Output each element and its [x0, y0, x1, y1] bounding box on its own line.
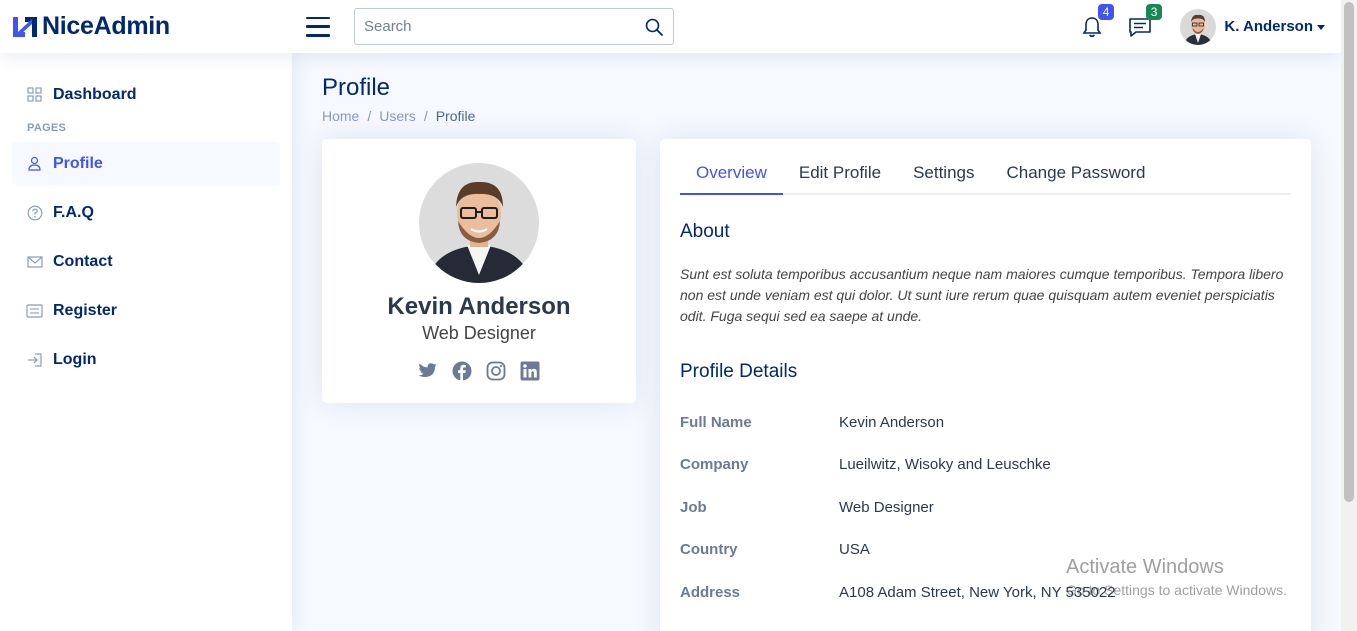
user-name: K. Anderson — [1224, 18, 1313, 35]
grid-icon — [26, 86, 43, 103]
detail-value: USA — [839, 541, 870, 559]
chevron-down-icon — [1317, 24, 1325, 30]
search-icon[interactable] — [644, 17, 664, 37]
detail-label: Country — [680, 541, 738, 559]
page-title: Profile — [322, 74, 391, 101]
about-title: About — [680, 221, 730, 242]
top-header: NiceAdmin 4 3 — [0, 0, 1341, 53]
detail-row: Address A108 Adam Street, New York, NY 5… — [680, 571, 1291, 614]
tab-overview[interactable]: Overview — [680, 155, 783, 195]
breadcrumb: Home / Users / Profile — [322, 108, 1311, 124]
avatar — [1180, 8, 1217, 45]
profile-avatar — [419, 163, 539, 283]
sidebar-item-contact[interactable]: Contact — [12, 240, 280, 283]
detail-label: Job — [680, 498, 707, 516]
detail-label: Address — [680, 583, 741, 601]
breadcrumb-current: Profile — [435, 108, 476, 124]
person-icon — [26, 155, 43, 172]
sidebar-item-label: F.A.Q — [53, 203, 94, 221]
sidebar-toggle-icon[interactable] — [306, 16, 330, 37]
detail-row: Full Name Kevin Anderson — [680, 401, 1291, 444]
profile-details-card: Overview Edit Profile Settings Change Pa… — [660, 139, 1311, 631]
scrollbar-thumb[interactable] — [1344, 2, 1354, 502]
login-icon — [26, 351, 43, 368]
search-input[interactable] — [364, 18, 644, 35]
details-title: Profile Details — [680, 361, 798, 382]
sidebar: Dashboard PAGES Profile F.A.Q Contact Re… — [0, 53, 292, 631]
page-title-block: Profile Home / Users / Profile — [322, 74, 1311, 124]
search-bar — [354, 8, 674, 45]
logo[interactable]: NiceAdmin — [12, 12, 292, 41]
detail-value: A108 Adam Street, New York, NY 535022 — [839, 583, 1116, 601]
sidebar-item-label: Profile — [53, 154, 103, 172]
detail-label: Company — [680, 456, 749, 474]
envelope-icon — [26, 253, 43, 270]
instagram-icon[interactable] — [485, 360, 507, 382]
detail-value: Lueilwitz, Wisoky and Leuschke — [839, 456, 1051, 474]
logo-icon — [13, 16, 37, 37]
notifications-button[interactable]: 4 — [1078, 3, 1115, 41]
user-menu[interactable]: K. Anderson — [1180, 8, 1325, 45]
sidebar-item-login[interactable]: Login — [12, 338, 280, 381]
breadcrumb-separator: / — [367, 108, 372, 124]
detail-row: Company Lueilwitz, Wisoky and Leuschke — [680, 444, 1291, 487]
details-list: Full Name Kevin Anderson Company Lueilwi… — [680, 401, 1291, 614]
detail-value: Web Designer — [839, 498, 934, 516]
profile-name: Kevin Anderson — [387, 293, 571, 320]
profile-job: Web Designer — [422, 323, 536, 343]
tab-settings[interactable]: Settings — [897, 155, 990, 195]
notifications-badge: 4 — [1097, 3, 1115, 20]
detail-value: Kevin Anderson — [839, 413, 945, 431]
page-scrollbar[interactable] — [1341, 0, 1357, 631]
sidebar-item-label: Login — [53, 350, 97, 368]
sidebar-item-dashboard[interactable]: Dashboard — [12, 73, 280, 116]
logo-text: NiceAdmin — [42, 12, 170, 40]
question-icon — [26, 204, 43, 221]
linkedin-icon[interactable] — [519, 360, 541, 382]
profile-tabs: Overview Edit Profile Settings Change Pa… — [680, 155, 1291, 195]
breadcrumb-home[interactable]: Home — [322, 108, 359, 124]
card-list-icon — [26, 302, 43, 319]
detail-label: Full Name — [680, 413, 752, 431]
tab-change-password[interactable]: Change Password — [991, 155, 1162, 195]
sidebar-item-label: Contact — [53, 252, 113, 270]
twitter-icon[interactable] — [417, 360, 439, 382]
breadcrumb-users[interactable]: Users — [379, 108, 416, 124]
sidebar-item-label: Dashboard — [53, 85, 137, 103]
detail-row: Job Web Designer — [680, 486, 1291, 529]
main-content: Profile Home / Users / Profile Kevin And… — [292, 53, 1341, 631]
header-nav: 4 3 K. Anderson — [1078, 3, 1325, 45]
sidebar-item-faq[interactable]: F.A.Q — [12, 191, 280, 234]
messages-badge: 3 — [1145, 3, 1163, 20]
sidebar-item-profile[interactable]: Profile — [12, 142, 280, 185]
facebook-icon[interactable] — [451, 360, 473, 382]
sidebar-heading: PAGES — [27, 122, 67, 134]
breadcrumb-separator: / — [423, 108, 428, 124]
messages-button[interactable]: 3 — [1126, 3, 1163, 41]
sidebar-item-label: Register — [53, 301, 118, 319]
sidebar-item-register[interactable]: Register — [12, 289, 280, 332]
about-text: Sunt est soluta temporibus accusantium n… — [680, 266, 1284, 324]
social-links — [411, 360, 547, 382]
tab-edit-profile[interactable]: Edit Profile — [783, 155, 897, 195]
profile-card: Kevin Anderson Web Designer — [322, 139, 636, 403]
detail-row: Country USA — [680, 529, 1291, 572]
